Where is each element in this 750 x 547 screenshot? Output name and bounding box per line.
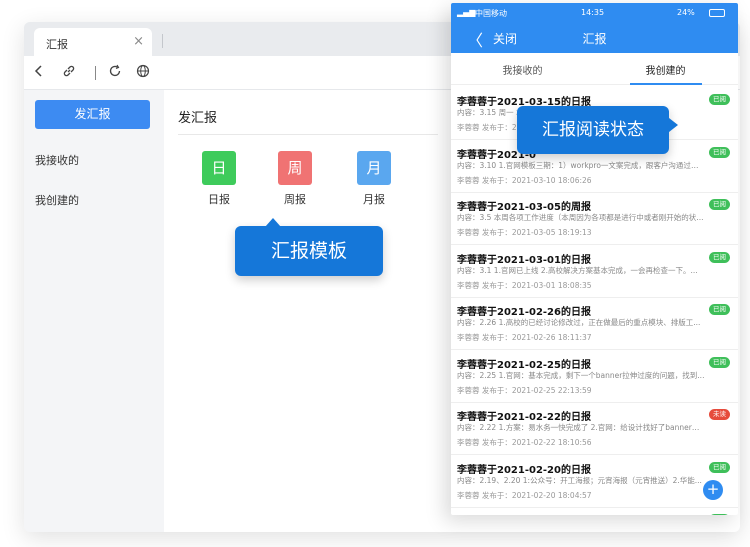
- callout-read-status: 汇报阅读状态: [517, 106, 678, 154]
- report-meta: 李蓉蓉 发布于：2021-02-20 18:04:57: [457, 490, 592, 500]
- battery-percent: 24%: [677, 8, 695, 17]
- status-badge: 已阅: [709, 94, 730, 105]
- clock-label: 14:35: [581, 8, 605, 17]
- report-meta: 李蓉蓉 发布于：2021-03-01 18:08:35: [457, 280, 592, 290]
- template-monthly-icon: 月: [357, 151, 391, 185]
- active-tab-indicator: [630, 83, 702, 85]
- report-content: 内容：2.25 1.官网：基本完成，剩下一个banner拉伸过度的问题，找到..…: [457, 370, 705, 380]
- callout-report-template: 汇报模板: [235, 218, 383, 276]
- template-weekly-label: 周报: [284, 193, 306, 206]
- sidebar: 发汇报 我接收的 我创建的: [24, 90, 164, 532]
- report-meta: 李蓉蓉 发布于：2021-02-26 18:11:37: [457, 333, 592, 342]
- status-badge: 已阅: [709, 199, 730, 210]
- report-list-item[interactable]: 李蓉蓉于2021-02-07的日报已阅: [451, 508, 738, 515]
- report-list-item[interactable]: 李蓉蓉于2021-03-05的周报 内容：3.5 本周各项工作进度（本周因为各项都…: [451, 193, 738, 245]
- report-title: 李蓉蓉于2021-02-20的日报: [457, 464, 591, 476]
- link-icon[interactable]: [62, 64, 80, 78]
- report-list-item[interactable]: 李蓉蓉于2021-02-22的日报 内容：2.22 1.方案：易水务一快完成了 2…: [451, 403, 738, 455]
- report-list-item[interactable]: 李蓉蓉于2021-02-20的日报 内容：2.19、2.20 1:公众号：开工海报…: [451, 456, 738, 508]
- template-weekly[interactable]: 周 周报: [278, 151, 312, 207]
- tab-created[interactable]: 我创建的: [594, 62, 737, 77]
- template-daily-icon: 日: [202, 151, 236, 185]
- report-title: 李蓉蓉于2021-03-01的日报: [457, 254, 591, 266]
- status-badge: 已阅: [709, 251, 730, 263]
- report-content: 内容：2.22 1.方案：易水务一快完成了 2.官网：给设计找好了banner素…: [457, 423, 705, 432]
- carrier-label: 中国移动: [475, 9, 507, 18]
- report-content: 内容：3.5 本周各项工作进度（本周因为各项都是进行中或者刚开始的状...: [457, 213, 704, 222]
- browser-tab-label: 汇报: [46, 38, 68, 51]
- report-content: 内容：2.26 1.高校的已经讨论修改过，正在做最后的重点模块、排版工...: [457, 318, 701, 327]
- phone-nav-bar: 汇报 〈 关闭: [451, 23, 738, 53]
- signal-icon: ▂▄▆: [457, 8, 476, 17]
- report-title: 李蓉蓉于2021-02-07的日报: [457, 513, 591, 515]
- status-badge: 已阅: [709, 461, 730, 473]
- report-content: 内容：3.1 1.官网已上线 2.高校解决方案基本完成，一会再检查一下。...: [457, 265, 698, 275]
- globe-icon[interactable]: [136, 64, 154, 78]
- tab-divider: [162, 34, 163, 48]
- report-meta: 李蓉蓉 发布于：2021-03-05 18:19:13: [457, 228, 592, 237]
- tab-received[interactable]: 我接收的: [451, 62, 594, 77]
- template-monthly[interactable]: 月 月报: [357, 151, 391, 207]
- report-meta: 李蓉蓉 发布于：202: [457, 123, 527, 132]
- sidebar-item-received[interactable]: 我接收的: [35, 152, 79, 168]
- title-divider: [178, 134, 438, 135]
- refresh-icon[interactable]: [108, 64, 126, 78]
- report-meta: 李蓉蓉 发布于：2021-02-25 22:13:59: [457, 385, 592, 395]
- template-monthly-label: 月报: [363, 193, 385, 206]
- battery-icon: [709, 9, 725, 17]
- page-title: 发汇报: [178, 111, 218, 126]
- add-report-button[interactable]: +: [703, 480, 723, 500]
- template-weekly-icon: 周: [278, 151, 312, 185]
- report-list-item[interactable]: 李蓉蓉于2021-02-26的日报 内容：2.26 1.高校的已经讨论修改过，正在…: [451, 298, 738, 350]
- template-daily[interactable]: 日 日报: [202, 151, 236, 207]
- browser-tab[interactable]: 汇报 ×: [34, 28, 152, 56]
- close-icon[interactable]: ×: [133, 34, 144, 49]
- phone-status-bar: ▂▄▆ 中国移动 14:35 24%: [451, 3, 738, 23]
- back-icon[interactable]: 〈: [467, 27, 483, 51]
- back-arrow-icon[interactable]: [32, 64, 50, 78]
- close-link[interactable]: 关闭: [493, 30, 517, 47]
- send-report-button[interactable]: 发汇报: [35, 100, 150, 129]
- report-title: 李蓉蓉于2021-03-05的周报: [457, 202, 591, 213]
- status-badge: 已阅: [709, 356, 730, 368]
- report-title: 李蓉蓉于2021-02-22的日报: [457, 412, 591, 423]
- report-content: 内容：3.10 1.官网模板三期：1）workpro一文案完成，跟客户沟通过相.…: [457, 160, 705, 170]
- report-content: 内容：2.19、2.20 1:公众号：开工海报；元宵海报（元宵推送）2.华能..…: [457, 475, 702, 485]
- phone-screen: ▂▄▆ 中国移动 14:35 24% 汇报 〈 关闭 我接收的 我创建的 李蓉蓉…: [451, 3, 738, 515]
- toolbar-divider: [95, 66, 96, 80]
- template-daily-label: 日报: [208, 193, 230, 206]
- status-badge: 已阅: [709, 146, 730, 158]
- report-title: 李蓉蓉于2021-02-26的日报: [457, 307, 591, 318]
- status-badge: 已阅: [709, 304, 730, 315]
- report-list-item[interactable]: 李蓉蓉于2021-03-01的日报 内容：3.1 1.官网已上线 2.高校解决方案…: [451, 246, 738, 298]
- phone-tabs: 我接收的 我创建的: [451, 53, 738, 85]
- status-badge: 未读: [709, 409, 730, 420]
- report-meta: 李蓉蓉 发布于：2021-02-22 18:10:56: [457, 438, 592, 447]
- report-list-item[interactable]: 李蓉蓉于2021-02-25的日报 内容：2.25 1.官网：基本完成，剩下一个b…: [451, 351, 738, 403]
- status-badge: 已阅: [709, 514, 730, 515]
- report-title: 李蓉蓉于2021-02-25的日报: [457, 359, 591, 371]
- sidebar-item-created[interactable]: 我创建的: [35, 192, 79, 208]
- report-meta: 李蓉蓉 发布于：2021-03-10 18:06:26: [457, 175, 592, 185]
